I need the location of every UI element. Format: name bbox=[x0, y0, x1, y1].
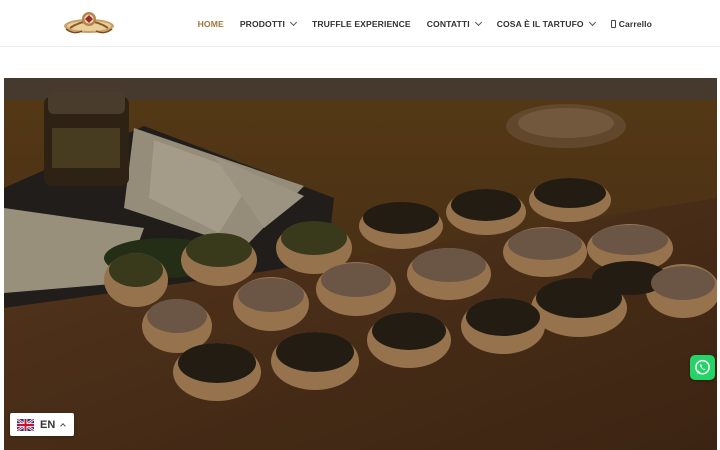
whatsapp-button[interactable] bbox=[690, 355, 715, 380]
nav-contatti[interactable]: CONTATTI bbox=[426, 18, 482, 29]
language-code: EN bbox=[40, 418, 56, 431]
nav-truffle-experience[interactable]: TRUFFLE EXPERIENCE bbox=[312, 19, 411, 29]
nav-home-label: HOME bbox=[197, 18, 224, 29]
brand-logo[interactable] bbox=[60, 7, 118, 39]
nav-home[interactable]: HOME bbox=[198, 19, 224, 29]
nav-contatti-label: CONTATTI bbox=[426, 18, 470, 29]
whatsapp-icon bbox=[695, 359, 710, 375]
nav-cart-label: Carrello bbox=[618, 18, 652, 29]
nav-cosa-e-il-tartufo-label: COSA È IL TARTUFO bbox=[496, 18, 584, 29]
chevron-down-icon bbox=[474, 18, 482, 26]
main-nav: HOME PRODOTTI TRUFFLE EXPERIENCE CONTATT… bbox=[182, 0, 652, 47]
chevron-down-icon bbox=[289, 18, 298, 26]
hero-image bbox=[4, 78, 717, 450]
site-header: HOME PRODOTTI TRUFFLE EXPERIENCE CONTATT… bbox=[0, 0, 720, 47]
language-switcher[interactable]: EN bbox=[10, 413, 74, 436]
cart-icon bbox=[610, 19, 616, 28]
nav-cart[interactable]: Carrello bbox=[610, 18, 652, 29]
chevron-up-icon bbox=[60, 422, 67, 429]
nav-prodotti-label: PRODOTTI bbox=[239, 18, 286, 29]
nav-truffle-experience-label: TRUFFLE EXPERIENCE bbox=[312, 18, 411, 29]
nav-cosa-e-il-tartufo[interactable]: COSA È IL TARTUFO bbox=[496, 18, 596, 29]
chevron-down-icon bbox=[588, 18, 596, 26]
nav-prodotti[interactable]: PRODOTTI bbox=[239, 18, 298, 29]
uk-flag-icon bbox=[17, 418, 34, 431]
